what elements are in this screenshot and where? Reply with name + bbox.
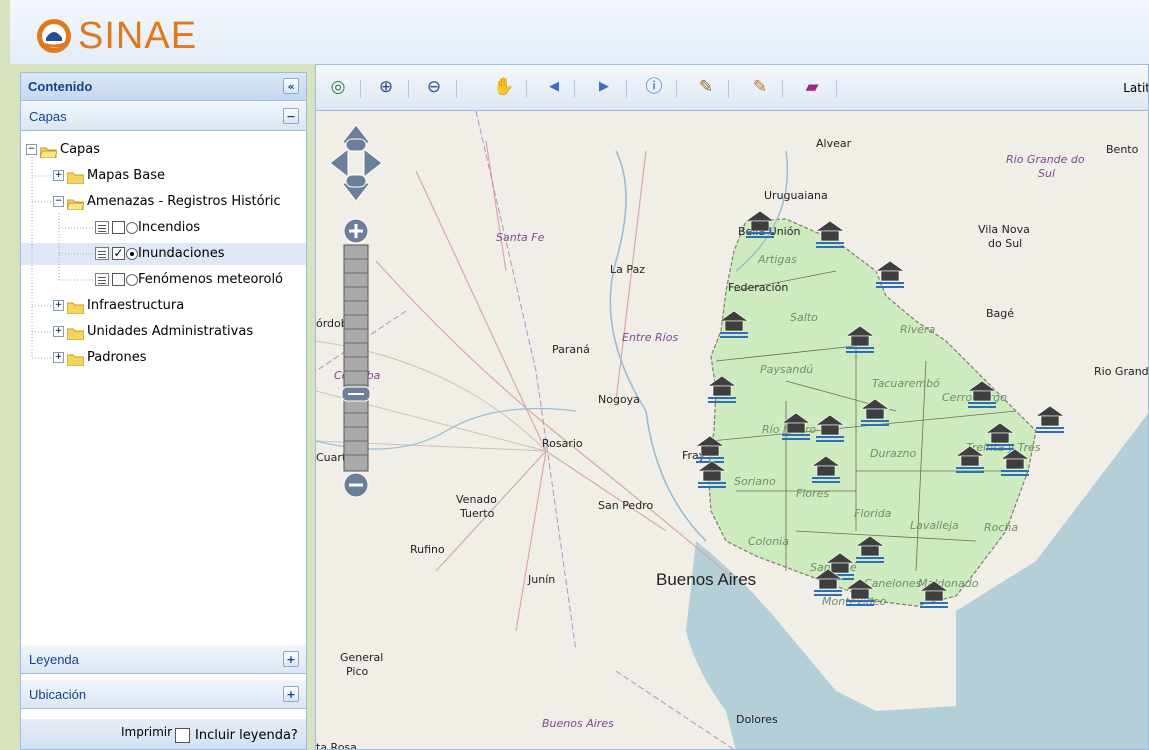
pan-east-icon[interactable] (363, 147, 383, 179)
layer-tree: − Capas + Mapas Base − Amenazas - Registros… (21, 131, 306, 645)
svg-text:Dolores: Dolores (736, 713, 778, 726)
svg-text:Soriano: Soriano (734, 475, 776, 488)
svg-text:Venado: Venado (456, 493, 497, 506)
book-icon[interactable]: ▰ (800, 75, 824, 99)
svg-text:Lavalleja: Lavalleja (910, 519, 959, 532)
map-navigation-control (329, 124, 383, 498)
expand-section-button[interactable]: + (283, 686, 299, 702)
tree-lines (31, 157, 93, 359)
svg-text:Artigas: Artigas (757, 253, 797, 266)
svg-text:Flores: Flores (796, 487, 829, 500)
svg-text:Uruguaiana: Uruguaiana (764, 189, 828, 202)
content-panel-header: Contenido « (21, 73, 306, 101)
map-panel: ◎ ⊕ ⊖ ✋ ◀ ▶ ⓘ ✎ ✎ ▰ Latit Alvear Bento U… (315, 64, 1149, 750)
capas-section-label: Capas (29, 109, 67, 124)
print-label: Imprimir (121, 725, 173, 739)
svg-text:Tuerto: Tuerto (459, 507, 495, 520)
toolbar-separator (676, 80, 677, 98)
svg-text:Rivera: Rivera (900, 323, 935, 336)
toolbar-separator (360, 80, 361, 98)
info-icon[interactable]: ⓘ (642, 75, 666, 99)
header: SINAE (10, 0, 1149, 64)
zoom-slider[interactable] (343, 244, 369, 472)
capas-section-header[interactable]: Capas − (21, 102, 306, 131)
svg-text:Buenos Aires: Buenos Aires (542, 717, 614, 730)
toolbar-separator (408, 80, 409, 98)
include-legend-checkbox[interactable] (175, 728, 190, 743)
leyenda-section-label: Leyenda (29, 652, 79, 667)
collapse-section-button[interactable]: − (283, 108, 299, 124)
zoom-in-icon[interactable]: ⊕ (374, 75, 398, 99)
svg-text:Vila Nova: Vila Nova (978, 223, 1030, 236)
svg-text:Entre Ríos: Entre Ríos (622, 331, 678, 344)
svg-text:do Sul: do Sul (988, 237, 1022, 250)
measure-area-icon[interactable]: ✎ (748, 75, 772, 99)
svg-text:Paysandú: Paysandú (760, 363, 813, 376)
pan-west-icon[interactable] (329, 147, 349, 179)
svg-text:San Pedro: San Pedro (598, 499, 653, 512)
pan-hand-icon[interactable]: ✋ (492, 75, 516, 99)
svg-text:Bento: Bento (1106, 143, 1139, 156)
toolbar-separator (574, 80, 575, 98)
toolbar-separator (782, 80, 783, 98)
svg-text:Durazno: Durazno (870, 447, 916, 460)
toolbar-separator (456, 80, 457, 98)
measure-line-icon[interactable]: ✎ (694, 75, 718, 99)
app-window: SINAE Contenido « Capas − − Capas + Mapas … (0, 0, 1149, 750)
svg-text:Alvear: Alvear (816, 137, 852, 150)
ubicacion-section-label: Ubicación (29, 687, 87, 702)
content-panel: Contenido « Capas − − Capas + Mapas Base −… (20, 72, 307, 750)
svg-text:ta Rosa: ta Rosa (316, 741, 357, 750)
svg-text:Rio Grand: Rio Grand (1094, 365, 1149, 378)
toolbar-separator (526, 80, 527, 98)
svg-text:Paraná: Paraná (552, 343, 590, 356)
svg-text:Tacuarembó: Tacuarembó (872, 377, 940, 390)
zoom-slider-handle[interactable] (341, 386, 371, 402)
svg-text:General: General (340, 651, 383, 664)
map-canvas[interactable]: Alvear Bento Uruguaiana Vila Nova do Sul… (316, 111, 1149, 750)
svg-text:Buenos Aires: Buenos Aires (656, 570, 756, 589)
content-panel-title: Contenido (28, 79, 93, 94)
zoom-out-button[interactable] (343, 472, 369, 498)
pan-north-icon[interactable] (340, 124, 372, 152)
svg-text:Santa Fe: Santa Fe (496, 231, 545, 244)
svg-text:Federación: Federación (728, 281, 788, 294)
print-bar: Imprimir Incluir leyenda? (21, 719, 306, 749)
app-title: SINAE (78, 15, 198, 57)
svg-text:Rosario: Rosario (542, 437, 583, 450)
svg-text:Rocha: Rocha (984, 521, 1018, 534)
toolbar-separator (836, 80, 837, 98)
svg-text:La Paz: La Paz (610, 263, 645, 276)
svg-text:Salto: Salto (790, 311, 818, 324)
svg-text:Florida: Florida (854, 507, 892, 520)
svg-text:Rio Grande do: Rio Grande do (1006, 153, 1085, 166)
svg-text:Colonia: Colonia (748, 535, 789, 548)
expand-section-button[interactable]: + (283, 651, 299, 667)
forward-arrow-icon[interactable]: ▶ (592, 75, 616, 99)
toolbar-separator (728, 80, 729, 98)
svg-text:Nogoya: Nogoya (598, 393, 640, 406)
toolbar-separator (626, 80, 627, 98)
svg-text:Sul: Sul (1038, 167, 1055, 180)
ubicacion-section-header[interactable]: Ubicación + (21, 680, 306, 709)
pan-south-icon[interactable] (340, 174, 372, 202)
include-legend-label: Incluir leyenda? (195, 728, 298, 743)
globe-icon[interactable]: ◎ (326, 75, 350, 99)
svg-text:Rufino: Rufino (410, 543, 445, 556)
back-arrow-icon[interactable]: ◀ (542, 75, 566, 99)
zoom-out-icon[interactable]: ⊖ (422, 75, 446, 99)
sinae-logo-icon (37, 19, 71, 53)
collapse-panel-button[interactable]: « (283, 78, 299, 94)
svg-text:Bagé: Bagé (986, 307, 1014, 320)
map-toolbar: ◎ ⊕ ⊖ ✋ ◀ ▶ ⓘ ✎ ✎ ▰ Latit (316, 65, 1149, 111)
zoom-in-button[interactable] (343, 218, 369, 244)
leyenda-section-header[interactable]: Leyenda + (21, 645, 306, 674)
latitude-label: Latit (1123, 81, 1149, 95)
svg-text:Junín: Junín (527, 573, 555, 586)
svg-text:Pico: Pico (346, 665, 368, 678)
